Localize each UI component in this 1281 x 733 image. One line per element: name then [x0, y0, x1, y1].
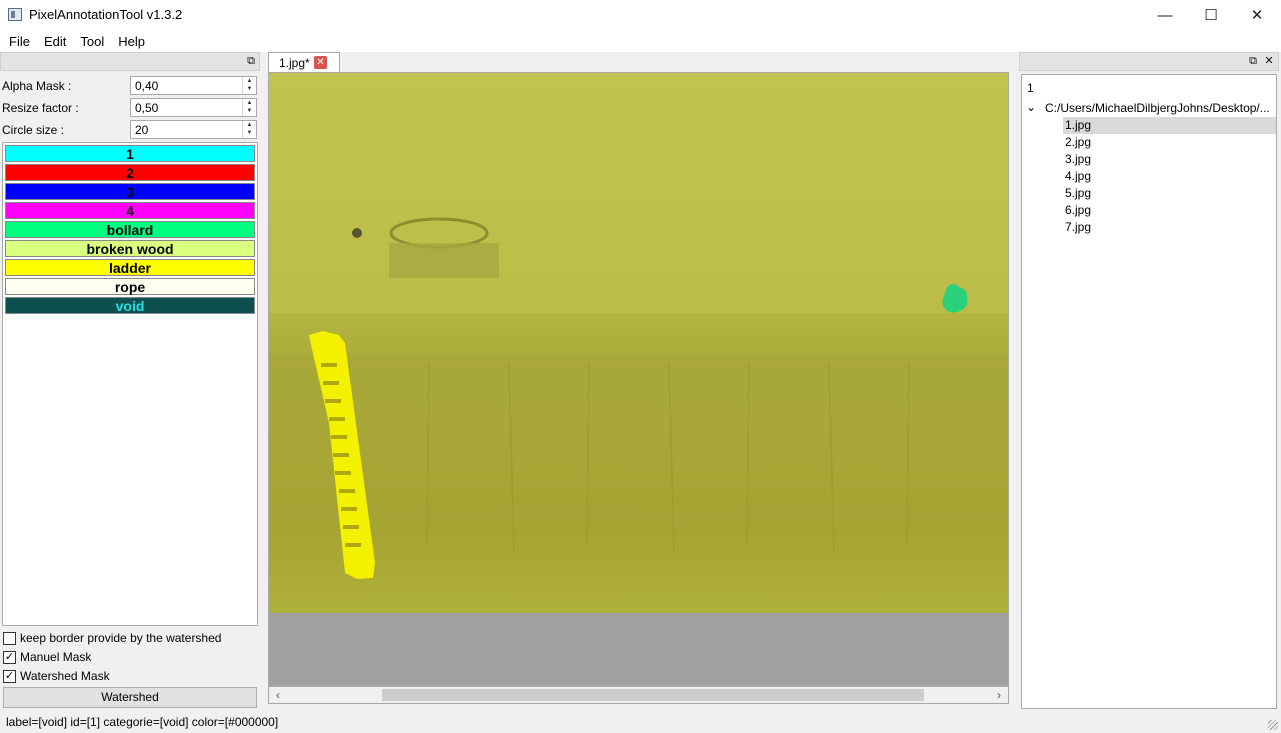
manual-mask-label: Manuel Mask: [20, 650, 92, 664]
resize-factor-value: 0,50: [135, 101, 159, 115]
app-icon: [8, 8, 22, 21]
scroll-left-icon[interactable]: ‹: [270, 688, 286, 703]
resize-factor-label: Resize factor :: [2, 101, 79, 115]
right-dock-header: ⧉ ✕: [1019, 52, 1279, 71]
label-item-broken-wood[interactable]: broken wood: [5, 240, 255, 257]
image-overlay: [269, 73, 1008, 613]
watershed-mask-checkbox[interactable]: ✓: [3, 669, 16, 683]
float-icon[interactable]: ⧉: [1247, 55, 1259, 67]
tree-file-item[interactable]: 2.jpg: [1063, 134, 1276, 151]
scroll-thumb[interactable]: [382, 689, 924, 701]
circle-size-spinbox[interactable]: 20 ▲ ▼: [130, 120, 257, 139]
watershed-mask-option[interactable]: ✓ Watershed Mask: [3, 668, 110, 684]
horizontal-scrollbar[interactable]: ‹ ›: [268, 686, 1009, 704]
tree-file-item[interactable]: 5.jpg: [1063, 185, 1276, 202]
label-item-rope[interactable]: rope: [5, 278, 255, 295]
label-list: 1 2 3 4 bollard broken wood ladder rope …: [2, 142, 258, 626]
label-item-2[interactable]: 2: [5, 164, 255, 181]
spin-arrows-icon[interactable]: ▲ ▼: [242, 77, 256, 94]
label-item-1[interactable]: 1: [5, 145, 255, 162]
keep-border-label: keep border provide by the watershed: [20, 631, 222, 645]
tree-file-item[interactable]: 3.jpg: [1063, 151, 1276, 168]
tree-file-item[interactable]: 4.jpg: [1063, 168, 1276, 185]
alpha-mask-spinbox[interactable]: 0,40 ▲ ▼: [130, 76, 257, 95]
minimize-button[interactable]: —: [1142, 0, 1188, 30]
maximize-button[interactable]: ☐: [1188, 0, 1234, 30]
close-button[interactable]: ✕: [1234, 0, 1280, 30]
status-bar: label=[void] id=[1] categorie=[void] col…: [0, 711, 1281, 733]
title-bar: PixelAnnotationTool v1.3.2 — ☐ ✕: [0, 0, 1281, 30]
window-title: PixelAnnotationTool v1.3.2: [29, 7, 183, 22]
manual-mask-checkbox[interactable]: ✓: [3, 650, 16, 664]
circle-size-value: 20: [135, 123, 149, 137]
manual-mask-option[interactable]: ✓ Manuel Mask: [3, 649, 91, 665]
alpha-mask-label: Alpha Mask :: [2, 79, 72, 93]
tree-file-item[interactable]: 7.jpg: [1063, 219, 1276, 236]
close-tab-icon[interactable]: ✕: [314, 56, 327, 69]
status-text: label=[void] id=[1] categorie=[void] col…: [6, 715, 279, 729]
file-tree: 1 ⌄ C:/Users/MichaelDilbjergJohns/Deskto…: [1021, 74, 1277, 709]
chevron-down-icon[interactable]: ⌄: [1026, 100, 1036, 114]
keep-border-option[interactable]: keep border provide by the watershed: [3, 630, 221, 646]
menu-tool[interactable]: Tool: [73, 30, 111, 52]
left-dock-header: ⧉: [0, 52, 260, 71]
menu-file[interactable]: File: [2, 30, 37, 52]
resize-grip-icon[interactable]: [1268, 720, 1278, 730]
tree-folder[interactable]: C:/Users/MichaelDilbjergJohns/Desktop/..…: [1045, 101, 1270, 115]
close-dock-icon[interactable]: ✕: [1263, 55, 1275, 67]
tree-root-label: 1: [1027, 81, 1034, 95]
tree-file-item[interactable]: 6.jpg: [1063, 202, 1276, 219]
label-item-bollard[interactable]: bollard: [5, 221, 255, 238]
float-icon[interactable]: ⧉: [245, 55, 257, 67]
spin-arrows-icon[interactable]: ▲ ▼: [242, 121, 256, 138]
tab-image[interactable]: 1.jpg* ✕: [268, 52, 340, 72]
label-item-4[interactable]: 4: [5, 202, 255, 219]
circle-size-label: Circle size :: [2, 123, 65, 137]
watershed-mask-label: Watershed Mask: [20, 669, 110, 683]
menu-edit[interactable]: Edit: [37, 30, 73, 52]
label-item-3[interactable]: 3: [5, 183, 255, 200]
resize-factor-spinbox[interactable]: 0,50 ▲ ▼: [130, 98, 257, 117]
label-item-void[interactable]: void: [5, 297, 255, 314]
scroll-right-icon[interactable]: ›: [991, 688, 1007, 703]
menu-help[interactable]: Help: [111, 30, 152, 52]
watershed-button[interactable]: Watershed: [3, 687, 257, 708]
alpha-mask-value: 0,40: [135, 79, 159, 93]
spin-arrows-icon[interactable]: ▲ ▼: [242, 99, 256, 116]
menu-bar: File Edit Tool Help: [0, 30, 1281, 52]
annotated-image[interactable]: [269, 73, 1008, 613]
image-canvas[interactable]: [268, 72, 1009, 686]
keep-border-checkbox[interactable]: [3, 631, 16, 645]
label-item-ladder[interactable]: ladder: [5, 259, 255, 276]
tree-file-item[interactable]: 1.jpg: [1063, 117, 1276, 134]
tab-label: 1.jpg*: [279, 56, 310, 70]
